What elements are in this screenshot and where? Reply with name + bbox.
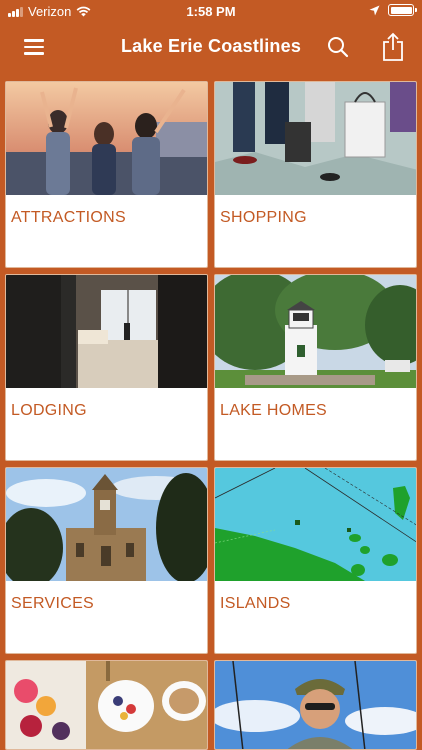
tile-islands[interactable]: ISLANDS xyxy=(214,467,417,654)
nav-bar: Lake Erie Coastlines xyxy=(0,22,422,72)
status-time: 1:58 PM xyxy=(186,4,236,19)
category-grid: ATTRACTIONS SHOPPING LODGING LAKE HOMES … xyxy=(5,81,417,750)
status-bar: Verizon 1:58 PM xyxy=(0,0,422,22)
lodging-image xyxy=(6,275,207,388)
location-arrow-icon xyxy=(369,5,380,15)
services-image xyxy=(6,468,207,581)
tile-shopping[interactable]: SHOPPING xyxy=(214,81,417,268)
food-image xyxy=(6,661,207,749)
share-icon[interactable] xyxy=(380,32,406,62)
islands-image xyxy=(215,468,416,581)
battery-icon xyxy=(388,4,417,16)
tile-lodging[interactable]: LODGING xyxy=(5,274,208,461)
search-icon[interactable] xyxy=(326,35,350,59)
tile-label: ISLANDS xyxy=(220,595,291,612)
tile-label: SERVICES xyxy=(11,595,95,612)
tile-label: SHOPPING xyxy=(220,209,307,226)
tile-fishing-partial[interactable] xyxy=(214,660,417,750)
tile-label: LODGING xyxy=(11,402,87,419)
lake-homes-image xyxy=(215,275,416,388)
shopping-image xyxy=(215,82,416,195)
attractions-image xyxy=(6,82,207,195)
tile-lake-homes[interactable]: LAKE HOMES xyxy=(214,274,417,461)
app-title: Lake Erie Coastlines xyxy=(120,36,302,56)
fishing-image xyxy=(215,661,416,749)
tile-attractions[interactable]: ATTRACTIONS xyxy=(5,81,208,268)
tile-dining-partial[interactable] xyxy=(5,660,208,750)
tile-label: ATTRACTIONS xyxy=(11,209,127,226)
tile-label: LAKE HOMES xyxy=(220,402,328,419)
status-right xyxy=(369,4,417,16)
tile-services[interactable]: SERVICES xyxy=(5,467,208,654)
